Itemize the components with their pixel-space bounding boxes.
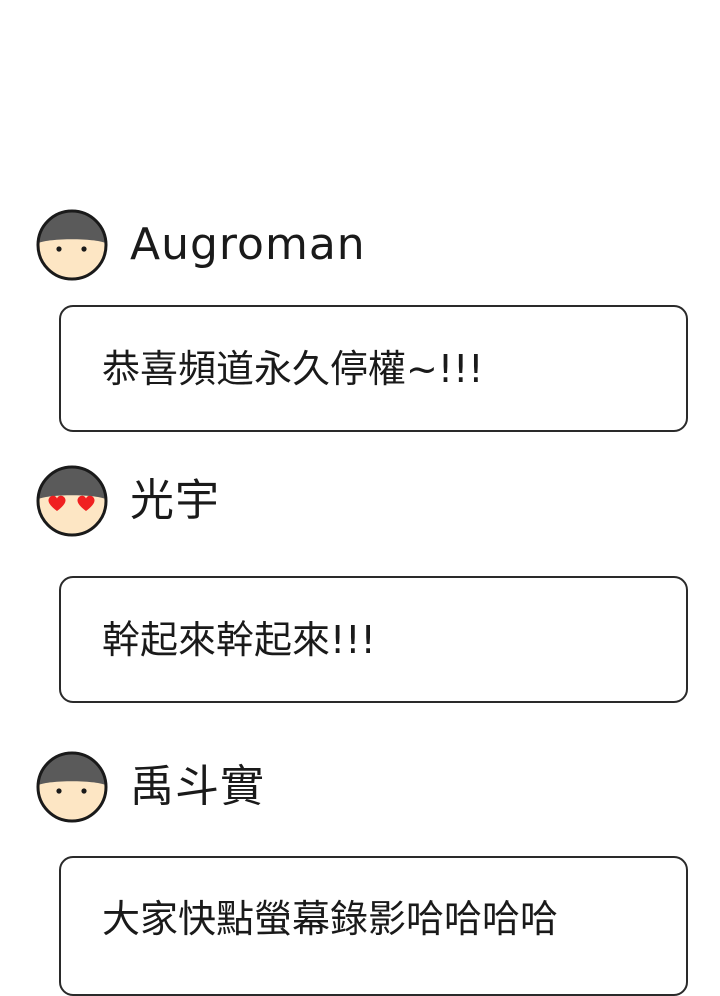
comment-list: Augroman 恭喜頻道永久停權~!!! 光宇 幹起來幹起來!!! 禹斗實 大… — [0, 0, 720, 996]
username[interactable]: 禹斗實 — [130, 750, 265, 824]
username[interactable]: Augroman — [130, 208, 366, 282]
username[interactable]: 光宇 — [130, 464, 220, 538]
comment-text: 大家快點螢幕錄影哈哈哈哈 — [102, 897, 559, 941]
heart-eyes-face-icon[interactable] — [36, 464, 108, 538]
plain-face-icon[interactable] — [36, 750, 108, 824]
plain-face-icon[interactable] — [36, 208, 108, 282]
comment-header: 光宇 — [36, 464, 220, 538]
comment-bubble: 大家快點螢幕錄影哈哈哈哈 — [59, 856, 688, 996]
comment-bubble: 恭喜頻道永久停權~!!! — [59, 305, 688, 432]
comment-bubble: 幹起來幹起來!!! — [59, 576, 688, 703]
comment-header: Augroman — [36, 208, 366, 282]
comment-text: 幹起來幹起來!!! — [102, 617, 376, 662]
comment-text: 恭喜頻道永久停權~!!! — [102, 346, 484, 391]
comment-header: 禹斗實 — [36, 750, 265, 824]
